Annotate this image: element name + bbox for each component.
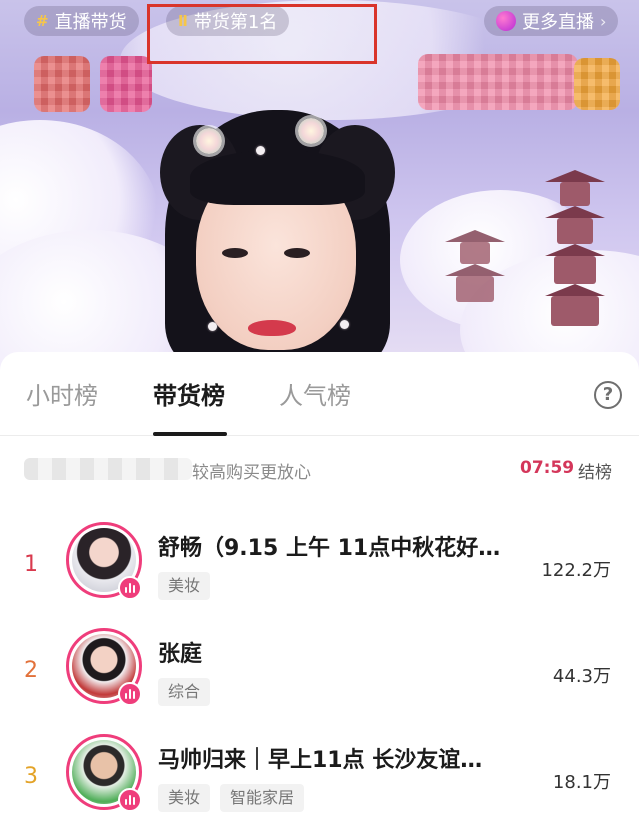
tab-sales[interactable]: 带货榜 bbox=[153, 376, 225, 411]
help-icon[interactable]: ? bbox=[594, 381, 622, 409]
live-shopping-pill[interactable]: # 直播带货 bbox=[24, 6, 139, 36]
presenter-hair bbox=[190, 150, 365, 205]
sales-value: 18.1万 bbox=[552, 772, 611, 793]
ranking-panel: 小时榜 带货榜 人气榜 ? 较高购买更放心 07:59 结榜 1 舒畅（9.15… bbox=[0, 352, 639, 821]
more-live-label: 更多直播 bbox=[522, 12, 594, 33]
rank-number: 3 bbox=[24, 764, 38, 789]
countdown-suffix: 结榜 bbox=[578, 463, 612, 483]
rank-number: 1 bbox=[24, 552, 38, 577]
live-shopping-label: 直播带货 bbox=[54, 12, 127, 33]
blurred-banner bbox=[418, 54, 578, 110]
anchor-name: 张庭 bbox=[158, 642, 203, 667]
presenter-eye bbox=[284, 248, 310, 258]
blurred-notice-text bbox=[24, 458, 192, 480]
live-indicator-icon bbox=[118, 788, 142, 812]
ranking-row-2[interactable]: 2 张庭 综合 44.3万 bbox=[0, 622, 639, 726]
notice-text: 较高购买更放心 bbox=[192, 463, 311, 483]
category-tag: 综合 bbox=[158, 678, 211, 706]
blurred-sticker bbox=[34, 56, 90, 112]
hair-flower-ornament bbox=[196, 128, 222, 154]
pagoda-decoration bbox=[445, 230, 505, 330]
ranking-row-3[interactable]: 3 马帅归来｜早上11点 长沙友谊… 美妆 智能家居 18.1万 bbox=[0, 728, 639, 832]
category-tag: 美妆 bbox=[158, 572, 211, 600]
blurred-sticker bbox=[100, 56, 152, 112]
chevron-right-icon: › bbox=[600, 11, 607, 31]
live-stream-video[interactable]: # 直播带货 Ⅱ 带货第1名 更多直播 › bbox=[0, 0, 639, 370]
hair-flower-ornament bbox=[298, 118, 324, 144]
ranking-tabs: 小时榜 带货榜 人气榜 ? bbox=[0, 352, 639, 436]
more-live-avatar-icon bbox=[496, 11, 516, 31]
hair-pearl-ornament bbox=[256, 146, 265, 155]
blurred-sticker bbox=[574, 58, 620, 110]
pagoda-decoration bbox=[545, 170, 605, 330]
highlight-box bbox=[147, 4, 377, 64]
sales-value: 44.3万 bbox=[552, 666, 611, 687]
earring bbox=[340, 320, 349, 329]
tab-hourly[interactable]: 小时榜 bbox=[26, 376, 98, 411]
ranking-row-1[interactable]: 1 舒畅（9.15 上午 11点中秋花好… 美妆 122.2万 bbox=[0, 516, 639, 620]
presenter-eye bbox=[222, 248, 248, 258]
live-indicator-icon bbox=[118, 682, 142, 706]
active-tab-indicator bbox=[153, 432, 227, 436]
live-indicator-icon bbox=[118, 576, 142, 600]
earring bbox=[208, 322, 217, 331]
category-tag: 智能家居 bbox=[220, 784, 305, 812]
tab-popularity[interactable]: 人气榜 bbox=[279, 376, 351, 411]
sales-value: 122.2万 bbox=[541, 560, 611, 581]
ranking-notice: 较高购买更放心 07:59 结榜 bbox=[0, 452, 639, 488]
more-live-button[interactable]: 更多直播 › bbox=[484, 6, 619, 36]
presenter-lips bbox=[248, 320, 296, 336]
rank-number: 2 bbox=[24, 658, 38, 683]
anchor-name: 马帅归来｜早上11点 长沙友谊… bbox=[158, 748, 483, 773]
countdown-timer: 07:59 bbox=[520, 458, 575, 478]
category-tag: 美妆 bbox=[158, 784, 211, 812]
hash-icon: # bbox=[36, 12, 49, 30]
anchor-name: 舒畅（9.15 上午 11点中秋花好… bbox=[158, 536, 501, 561]
